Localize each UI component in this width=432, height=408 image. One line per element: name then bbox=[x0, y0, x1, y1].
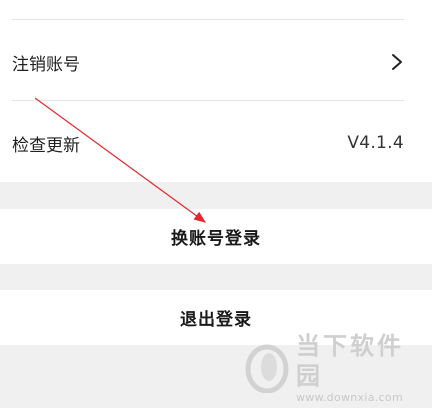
version-value: V4.1.4 bbox=[347, 133, 404, 153]
watermark-name: 当下软件园 bbox=[296, 332, 404, 390]
deactivate-account-row[interactable]: 注销账号 bbox=[12, 22, 404, 102]
switch-account-label: 换账号登录 bbox=[171, 229, 261, 249]
watermark: 当下软件园 www.downxia.com bbox=[244, 332, 424, 404]
chevron-right-icon bbox=[392, 54, 402, 70]
downxia-logo-icon bbox=[245, 344, 289, 393]
check-update-label: 检查更新 bbox=[12, 135, 80, 156]
settings-list: 注销账号 检查更新 V4.1.4 bbox=[0, 0, 432, 182]
row-divider bbox=[12, 100, 404, 101]
top-divider bbox=[12, 19, 404, 20]
deactivate-account-label: 注销账号 bbox=[12, 54, 80, 75]
switch-account-button[interactable]: 换账号登录 bbox=[0, 209, 432, 264]
watermark-url: www.downxia.com bbox=[296, 391, 403, 404]
check-update-row[interactable]: 检查更新 V4.1.4 bbox=[12, 103, 404, 183]
logout-label: 退出登录 bbox=[180, 310, 252, 330]
